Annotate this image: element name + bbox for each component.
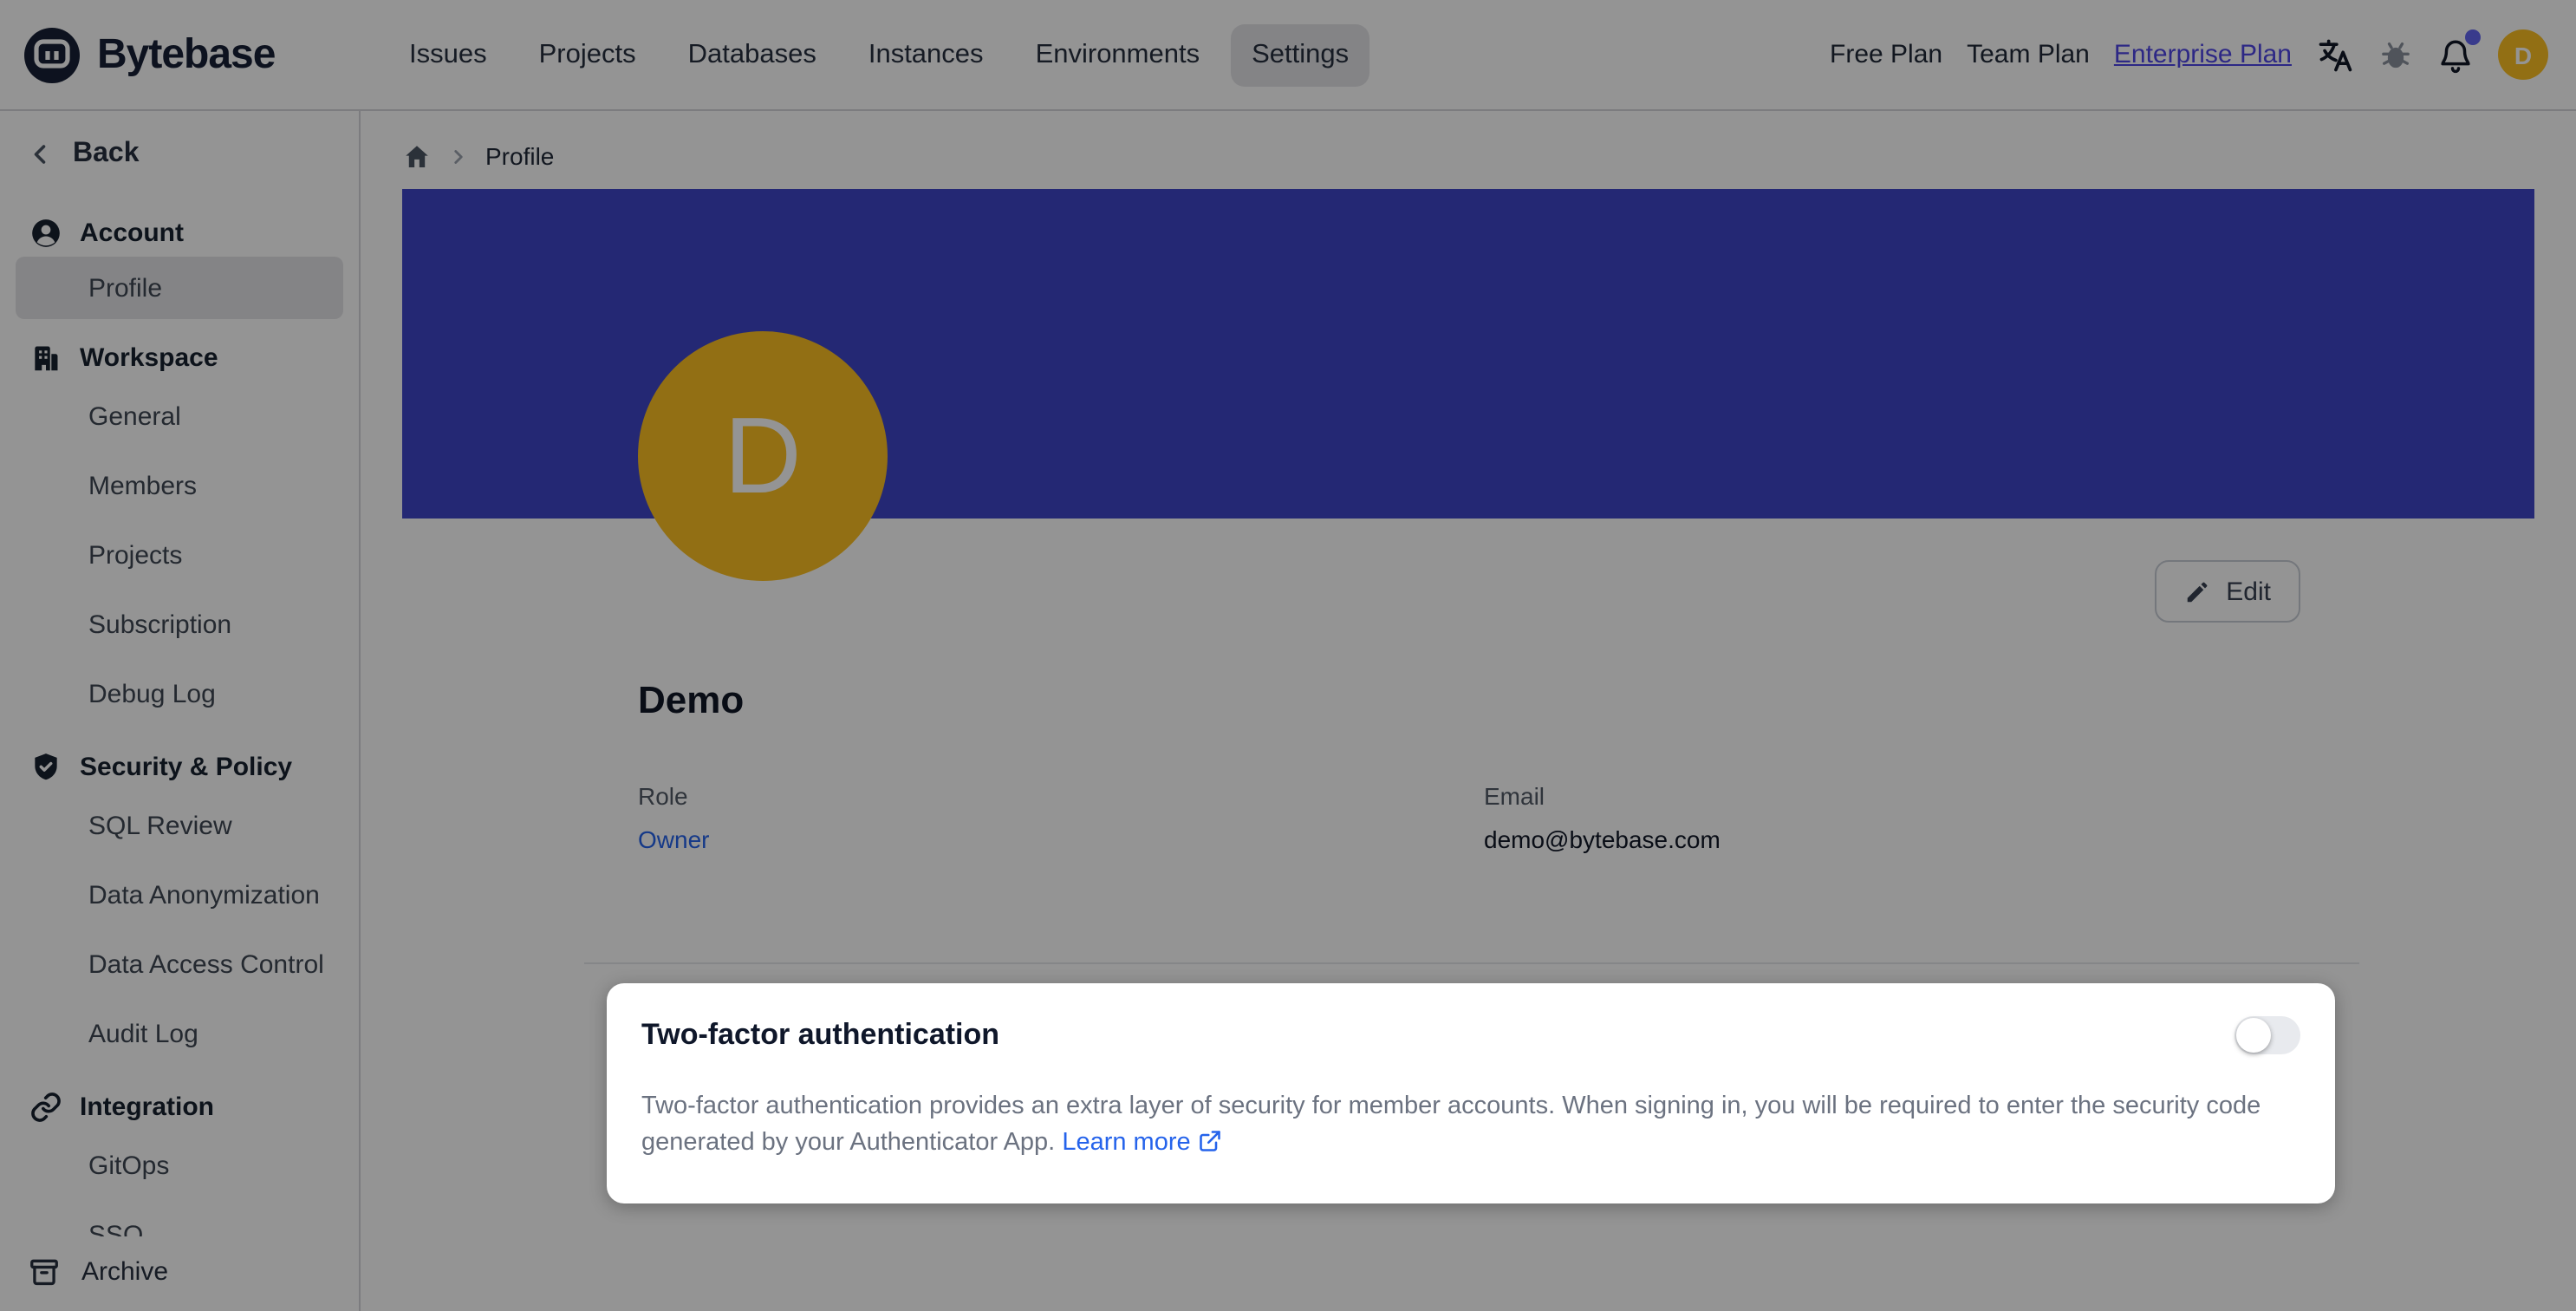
external-link-icon — [1198, 1129, 1222, 1153]
learn-more-link[interactable]: Learn more — [1062, 1129, 1221, 1157]
two-factor-card: Two-factor authentication Two-factor aut… — [607, 983, 2335, 1203]
two-factor-toggle[interactable] — [2234, 1016, 2300, 1054]
toggle-knob — [2236, 1018, 2271, 1053]
two-factor-description: Two-factor authentication provides an ex… — [641, 1089, 2306, 1162]
app-root: Bytebase Issues Projects Databases Insta… — [0, 0, 2576, 1311]
two-factor-title: Two-factor authentication — [641, 1018, 999, 1053]
